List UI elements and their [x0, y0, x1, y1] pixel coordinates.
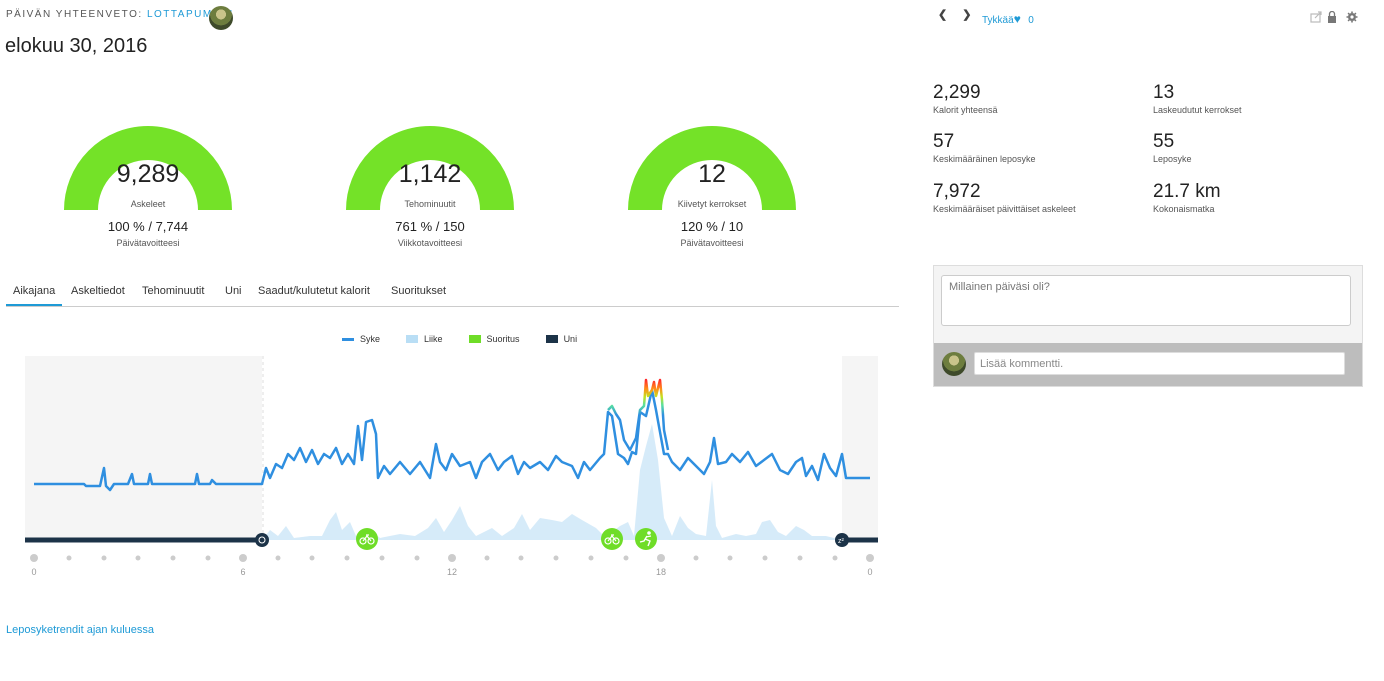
legend-swatch-liike [406, 335, 419, 343]
steps-goal: 100 % / 7,744 [107, 219, 189, 234]
page-title: elokuu 30, 2016 [5, 35, 148, 57]
stat-floors-down-label: Laskeudutut kerrokset [1153, 105, 1242, 115]
sleep-shade-morning [25, 356, 262, 540]
stat-avg-resting-hr-value: 57 [933, 131, 955, 152]
tab-bar: Aikajana Askeltiedot Tehominuutit Uni Sa… [6, 278, 899, 307]
active-minutes-gauge[interactable]: 1,142 Tehominuutit 761 % / 150 Viikkotav… [345, 95, 515, 248]
activity-bike-icon[interactable] [356, 528, 378, 550]
alarm-icon[interactable] [255, 533, 269, 547]
stat-resting-hr-label: Leposyke [1153, 154, 1192, 164]
movement-area [262, 424, 842, 540]
floors-label: Kiivetyt kerrokset [677, 199, 747, 209]
axis-tick-0: 0 [31, 567, 37, 577]
tab-aikajana[interactable]: Aikajana [6, 285, 63, 306]
active-minutes-label: Tehominuutit [404, 199, 456, 209]
floors-goal-label: Päivätavoitteesi [680, 238, 744, 248]
stat-floors-down-value: 13 [1153, 82, 1175, 103]
stat-avg-steps-value: 7,972 [933, 181, 981, 202]
like-count: 0 [1028, 15, 1034, 26]
stat-distance-value: 21.7 km [1153, 181, 1221, 202]
timeline-chart[interactable]: z² [0, 350, 900, 590]
chevron-right-icon[interactable]: ❯ [962, 9, 971, 21]
avatar [942, 352, 966, 376]
active-minutes-gauge-arc [346, 126, 514, 211]
tab-suoritukset[interactable]: Suoritukset [391, 285, 446, 297]
avatar[interactable] [209, 6, 233, 30]
page-actions [1310, 11, 1358, 24]
steps-gauge[interactable]: 9,289 Askeleet 100 % / 7,744 Päivätavoit… [63, 95, 233, 248]
steps-goal-label: Päivätavoitteesi [116, 238, 180, 248]
legend-label-uni: Uni [563, 334, 578, 344]
legend-label-syke: Syke [360, 334, 381, 344]
activity-bike-icon[interactable] [601, 528, 623, 550]
day-journal-input[interactable]: Millainen päiväsi oli? [941, 275, 1351, 326]
summary-header: PÄIVÄN YHTEENVETO: LOTTAPUMPUI [6, 9, 234, 20]
legend-label-suoritus: Suoritus [486, 334, 520, 344]
resting-hr-trend-link[interactable]: Leposyketrendit ajan kuluessa [6, 624, 154, 636]
stat-resting-hr-value: 55 [1153, 131, 1175, 152]
sleep-shade-evening [842, 356, 878, 540]
comment-bar: Lisää kommentti. [934, 343, 1362, 386]
heart-icon[interactable]: ♥ [1014, 12, 1021, 26]
share-icon[interactable] [1310, 11, 1322, 23]
floors-value: 12 [698, 160, 726, 188]
journal-panel: Millainen päiväsi oli? Lisää kommentti. [933, 265, 1363, 387]
legend-swatch-syke [342, 337, 354, 341]
steps-label: Askeleet [130, 199, 166, 209]
floors-gauge[interactable]: 12 Kiivetyt kerrokset 120 % / 10 Päiväta… [627, 95, 797, 248]
like-label[interactable]: Tykkää [982, 15, 1014, 26]
like-control[interactable]: Tykkää♥ 0 [982, 10, 1034, 28]
steps-gauge-arc [64, 126, 232, 211]
axis-tick-12: 12 [446, 567, 458, 577]
tab-tehominuutit[interactable]: Tehominuutit [142, 285, 204, 297]
stat-calories-value: 2,299 [933, 82, 981, 103]
summary-prefix: PÄIVÄN YHTEENVETO: [6, 9, 143, 20]
axis-tick-6: 6 [240, 567, 246, 577]
day-nav: ❮ ❯ [938, 8, 972, 21]
active-minutes-goal: 761 % / 150 [395, 219, 465, 234]
stat-avg-steps-label: Keskimääräiset päivittäiset askeleet [933, 204, 1076, 214]
axis-tick-24: 0 [867, 567, 873, 577]
svg-text:z²: z² [838, 538, 845, 545]
chart-legend: Syke Liike Suoritus Uni [342, 334, 577, 344]
active-minutes-goal-label: Viikkotavoitteesi [397, 238, 463, 248]
steps-value: 9,289 [116, 160, 180, 188]
active-minutes-value: 1,142 [398, 160, 462, 188]
tab-kalorit[interactable]: Saadut/kulutetut kalorit [258, 285, 370, 297]
legend-swatch-suoritus [468, 335, 481, 343]
floors-gauge-arc [628, 126, 796, 211]
hour-dots [30, 554, 874, 562]
stat-distance-label: Kokonaismatka [1153, 204, 1215, 214]
legend-label-liike: Liike [424, 334, 443, 344]
floors-goal: 120 % / 10 [680, 219, 744, 234]
comment-input[interactable]: Lisää kommentti. [974, 352, 1345, 375]
stat-avg-resting-hr-label: Keskimääräinen leposyke [933, 154, 1036, 164]
lock-icon[interactable] [1328, 11, 1336, 24]
legend-swatch-uni [545, 335, 558, 343]
axis-tick-18: 18 [655, 567, 667, 577]
gear-icon[interactable] [1346, 11, 1358, 23]
stat-calories-label: Kalorit yhteensä [933, 105, 998, 115]
chevron-left-icon[interactable]: ❮ [938, 9, 947, 21]
tab-uni[interactable]: Uni [225, 285, 242, 297]
tab-askeltiedot[interactable]: Askeltiedot [71, 285, 125, 297]
activity-run-icon[interactable] [635, 528, 657, 550]
